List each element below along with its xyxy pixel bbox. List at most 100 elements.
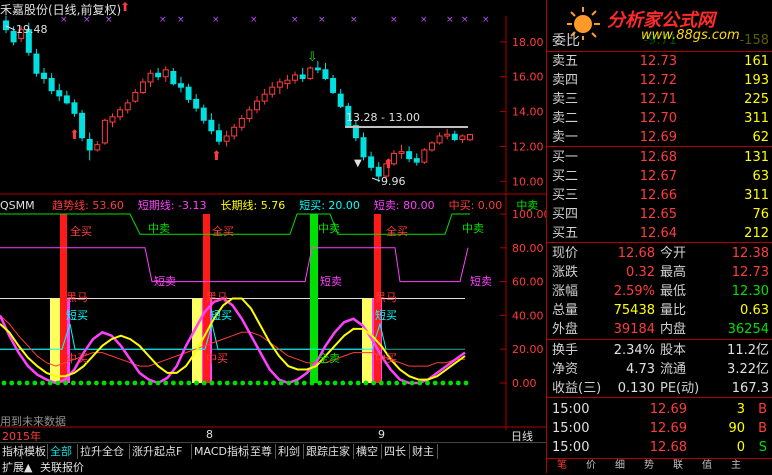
quote-volume: 225 [744,92,769,107]
candle-body [337,93,344,107]
stat-row: 收益(三) 0.130 PE(动) 167.3 [547,379,772,398]
candle-body [406,151,413,160]
quote-tab[interactable]: 联 [673,459,683,473]
candle-body [360,137,367,158]
candle-body [155,72,162,78]
y-tick-label: 80.00 [512,242,544,255]
zero-dot [455,380,461,386]
zero-dot [409,380,415,386]
zero-dot [317,380,323,386]
candle-body [254,100,261,111]
candle-body [292,74,299,81]
candle-body [208,119,215,132]
quote-tab[interactable]: 笔 [557,459,567,473]
marker-dot: × [105,15,113,25]
quote-tab[interactable]: 价 [586,459,596,473]
legend-item: 短买: 20.00 [299,199,360,212]
zero-dot [140,380,146,386]
buy-arrow-icon: ⬆ [211,149,222,164]
tab-1[interactable]: 模板 [22,444,48,459]
quote-label: 卖四 [552,73,579,88]
stat-label: 流通 [660,362,687,377]
candle-body [109,116,116,123]
tab-4[interactable]: 涨升起点F [130,444,192,459]
quote-tab[interactable]: 值 [702,459,712,473]
price-y-ticks: 18.00 16.00 14.00 12.00 10.00 [500,36,544,188]
quote-label: 卖五 [552,54,579,69]
tab-11[interactable]: 财主 [410,444,438,459]
zero-dot [271,380,276,386]
tab-9[interactable]: 横空 [354,444,382,459]
y-tick-label: 40.00 [512,309,544,322]
zero-dot [417,380,423,386]
full-sell-bar [310,214,318,383]
quote-volume: 161 [744,54,769,69]
candle-body [124,102,131,111]
date-label-month: 9 [378,428,385,441]
quote-volume: 131 [744,150,769,165]
quote-volume: 62 [752,130,769,145]
zero-dot [186,380,192,386]
candle-body [398,151,405,154]
tab-5[interactable]: MACD指标 [192,444,249,459]
stat-value: 2.34% [613,343,655,358]
zero-dot [17,380,22,386]
tab-10[interactable]: 四长 [382,444,410,459]
stat-value: 12.38 [731,246,769,261]
stat-label: 最低 [660,284,687,299]
tab-8[interactable]: 跟踪庄家 [304,444,354,459]
quote-tab[interactable]: 主 [731,459,741,473]
candle-body [269,86,276,95]
zero-dot [301,380,307,386]
main-chart[interactable]: × × × × × × × × × × × × × × × 18.00 16.00 14.00 12.00 10.0… [0,0,546,442]
quote-label: 买三 [552,188,579,203]
marker-dot: × [212,15,220,25]
tick-time: 15:00 [552,421,590,436]
candle-body [428,142,435,151]
zero-dot [47,380,53,386]
kline-panel[interactable]: 禾嘉股份(日线,前复权) ⬆ × × × × × × × × × × × × × × × 18.00 16.0… [0,0,546,473]
signal-label: 全买 [70,224,92,238]
zero-dot [124,380,130,386]
low-label: 9.96 [381,175,406,188]
legend-item: 短期线: -3.13 [137,199,207,212]
marker-dot: × [446,15,454,25]
candle-body [86,138,93,151]
zero-dot [147,380,153,386]
candle-body [451,133,458,140]
y-tick-label: 16.00 [512,71,544,84]
stat-label: 量比 [660,303,687,318]
candle-body [246,109,253,120]
zero-dot [394,380,400,386]
tab-6[interactable]: 至尊 [248,444,276,459]
candle-body [368,156,375,168]
tick-direction: B [758,402,767,417]
tab-3[interactable]: 拉升全仓 [78,444,130,459]
stat-value: 12.73 [731,265,769,280]
legend-item: 短卖: 80.00 [373,199,435,212]
y-tick-label: 60.00 [512,276,544,289]
quote-tab[interactable]: 势 [644,459,654,473]
tab-2[interactable]: 全部 [48,444,78,459]
zero-dot [309,380,315,386]
stat-value: 167.3 [731,381,769,396]
candle-body [307,67,314,79]
tab-7[interactable]: 利剑 [276,444,304,459]
zero-dot [348,380,353,386]
zero-dot [86,380,92,386]
zero-dot [340,380,346,386]
tick-time: 15:00 [552,440,590,455]
stat-value: 39184 [613,322,655,337]
zero-dot [117,380,122,386]
candle-body [284,79,291,85]
zero-dot [178,380,184,386]
candle-body [79,112,86,139]
tab-0[interactable]: 指标 [0,444,24,459]
quote-tab[interactable]: 细 [615,459,625,473]
stat-value: 12.68 [617,246,655,261]
zero-dot [132,380,138,386]
y-tick-label: 20.00 [512,343,544,356]
tick-volume: 0 [736,440,745,455]
candle-body [101,119,108,144]
zero-dot [294,380,299,386]
